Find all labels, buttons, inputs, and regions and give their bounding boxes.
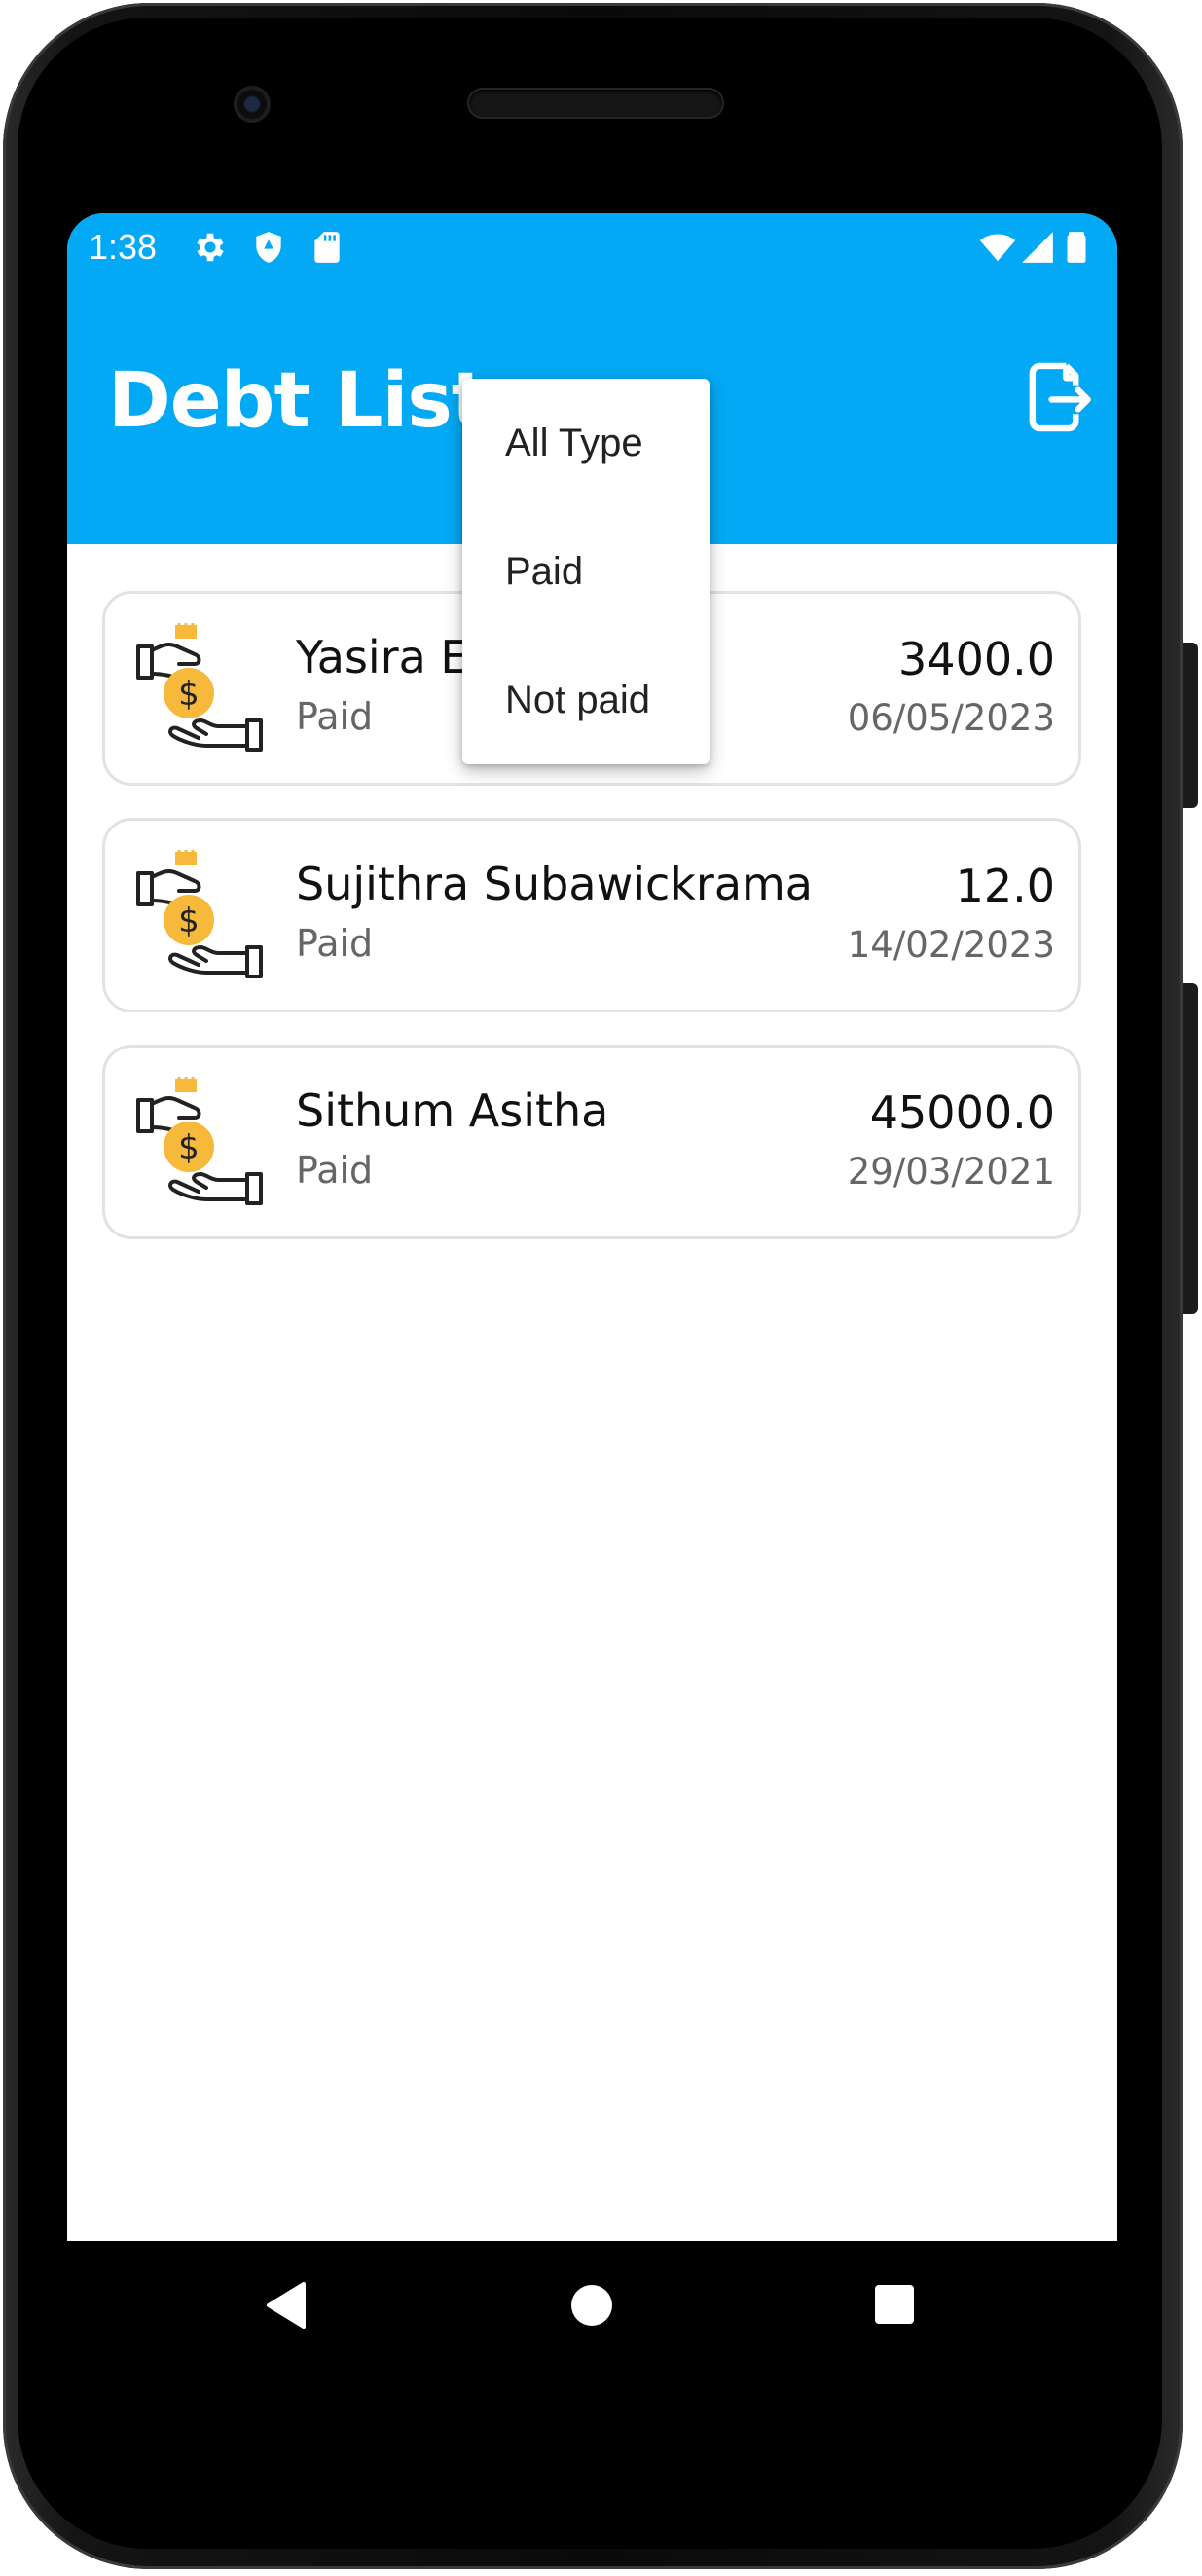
recents-icon[interactable] <box>874 2284 915 2325</box>
volume-button <box>1183 643 1198 808</box>
debt-date: 06/05/2023 <box>847 697 1055 739</box>
debtor-name: Sujithra Subawickrama <box>296 858 813 910</box>
shield-icon <box>256 232 281 263</box>
svg-text:$: $ <box>178 675 200 714</box>
page-title: Debt List <box>108 357 488 445</box>
money-hand-icon: $ <box>136 1077 263 1205</box>
status-time: 1:38 <box>89 227 158 267</box>
app-screen: 1:38 Debt List $ Yasira E Paid 3400.0 06… <box>67 213 1117 2241</box>
debtor-name: Sithum Asitha <box>296 1085 609 1137</box>
money-hand-icon: $ <box>136 623 263 752</box>
debt-amount: 12.0 <box>955 860 1055 912</box>
debt-amount: 45000.0 <box>869 1086 1055 1139</box>
back-icon[interactable] <box>265 2280 308 2331</box>
debt-status: Paid <box>296 922 374 965</box>
front-camera <box>234 86 271 123</box>
debt-date: 29/03/2021 <box>847 1151 1055 1193</box>
money-hand-icon: $ <box>136 850 263 978</box>
debt-amount: 3400.0 <box>898 633 1055 685</box>
navigation-bar <box>0 2241 1202 2436</box>
battery-icon <box>1067 232 1086 263</box>
home-icon[interactable] <box>570 2284 613 2327</box>
filter-dropdown-menu: All Type Paid Not paid <box>462 379 710 764</box>
menu-item-all-type[interactable]: All Type <box>505 422 643 465</box>
sd-card-icon <box>314 232 340 263</box>
gear-icon <box>197 233 224 262</box>
menu-item-not-paid[interactable]: Not paid <box>505 679 650 722</box>
debt-status: Paid <box>296 695 374 738</box>
debt-card[interactable]: $ Sujithra Subawickrama Paid 12.0 14/02/… <box>102 818 1081 1012</box>
debt-status: Paid <box>296 1149 374 1192</box>
earpiece-speaker <box>469 90 722 117</box>
svg-text:$: $ <box>178 902 200 940</box>
debt-date: 14/02/2023 <box>847 924 1055 966</box>
debtor-name: Yasira E <box>296 631 469 683</box>
menu-item-paid[interactable]: Paid <box>505 550 583 594</box>
debt-card[interactable]: $ Sithum Asitha Paid 45000.0 29/03/2021 <box>102 1045 1081 1239</box>
power-button <box>1183 983 1198 1314</box>
svg-text:$: $ <box>178 1128 200 1167</box>
signal-icon <box>1022 232 1053 263</box>
wifi-icon <box>979 234 1016 262</box>
file-export-icon[interactable] <box>1025 361 1093 433</box>
